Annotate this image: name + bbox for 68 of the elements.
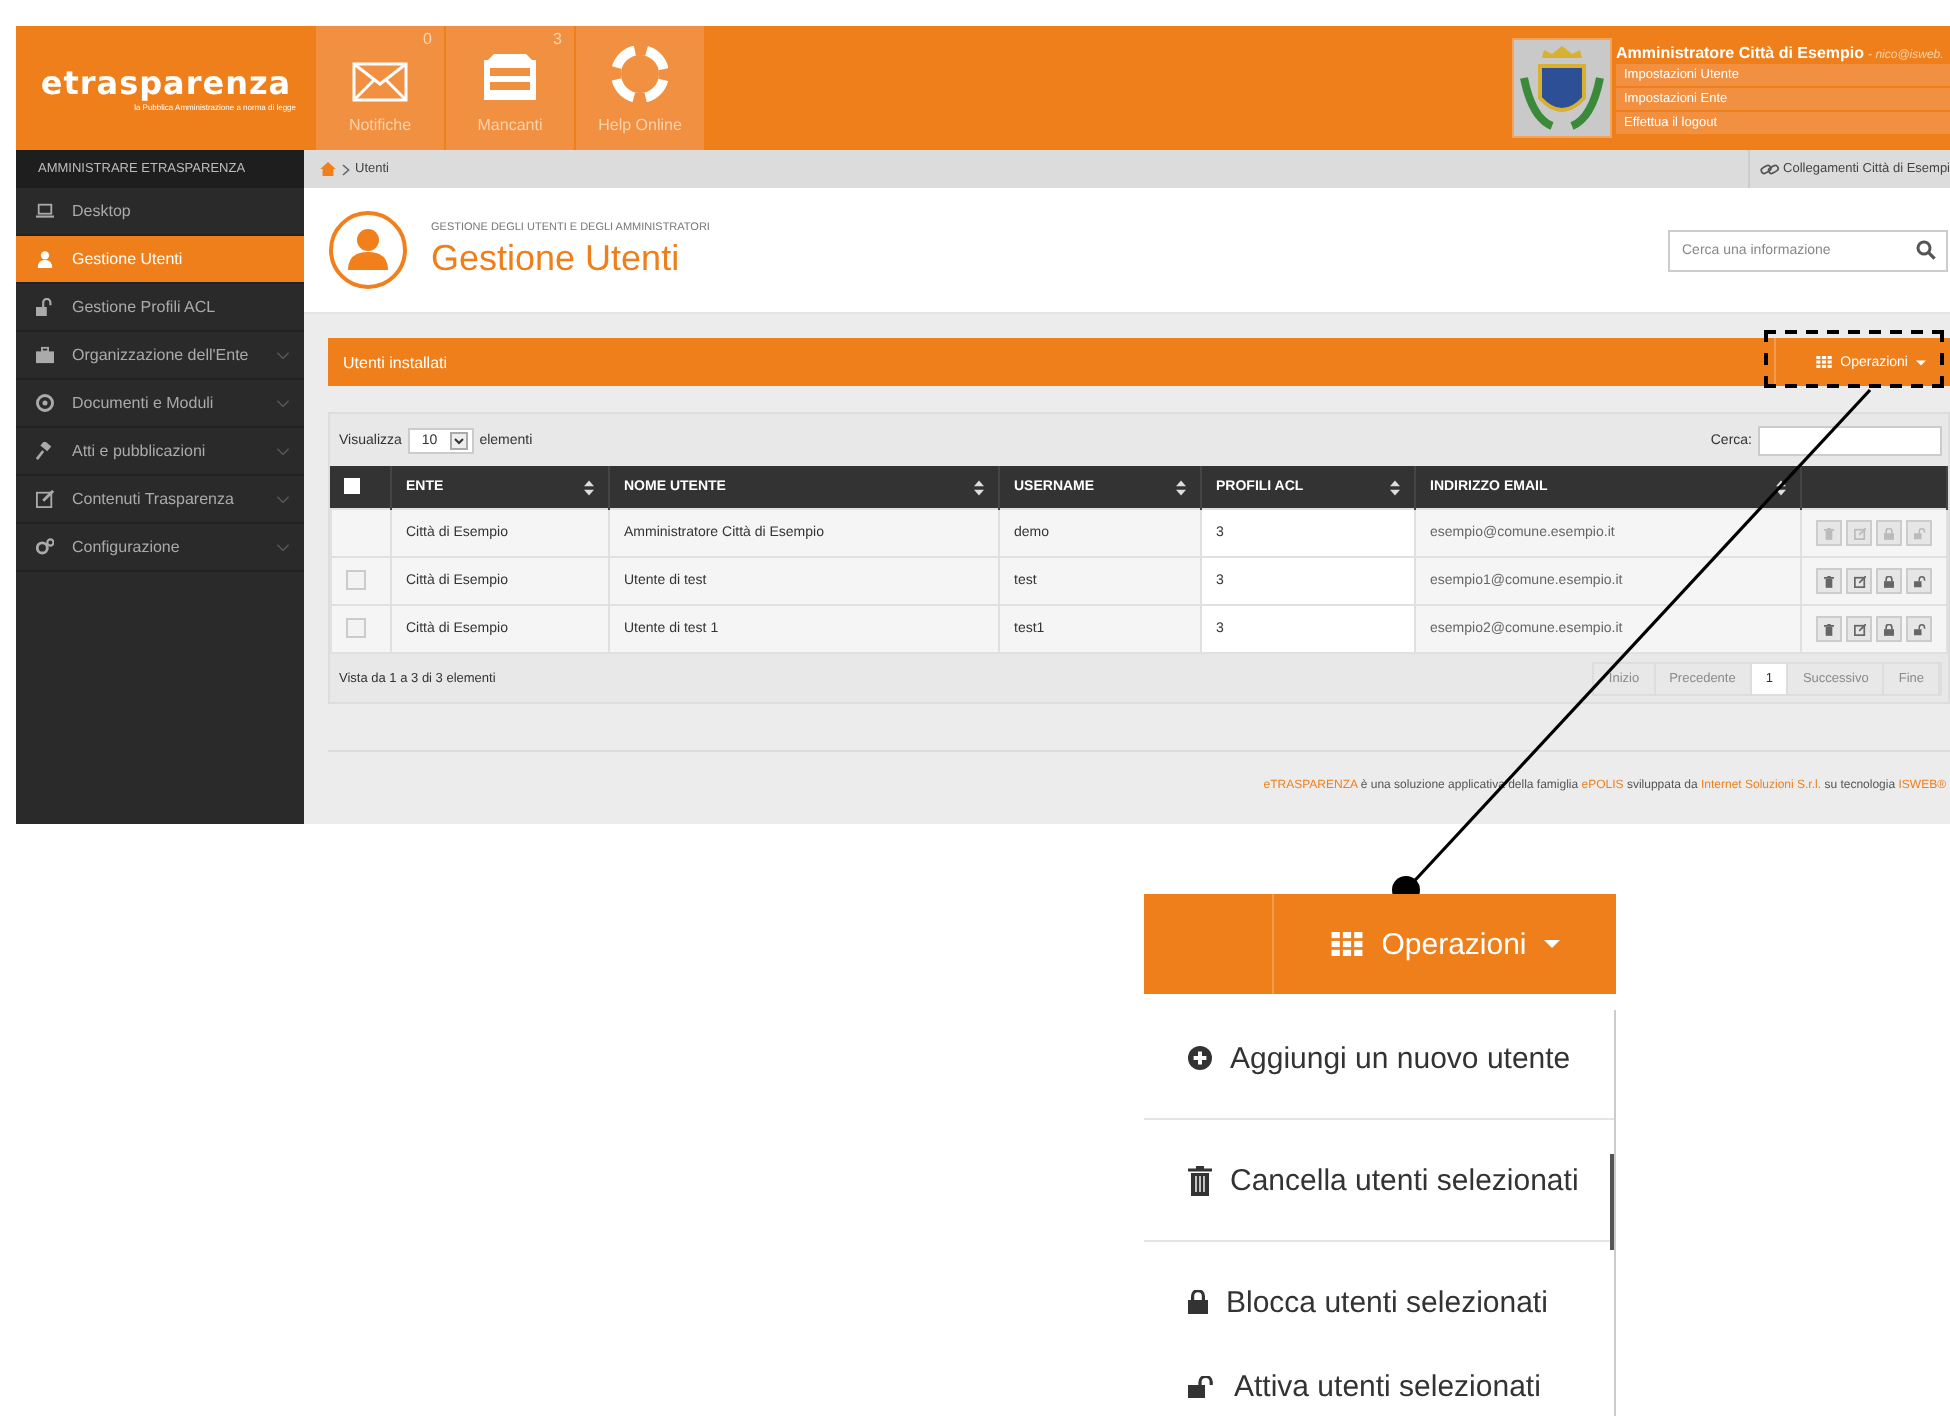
disc-icon bbox=[36, 394, 54, 412]
unlock-icon bbox=[1913, 527, 1925, 539]
laptop-icon bbox=[36, 202, 54, 220]
unlock-icon bbox=[1913, 623, 1925, 635]
sidebar-item[interactable]: Gestione Profili ACL bbox=[16, 284, 303, 332]
table-search-field[interactable] bbox=[1758, 425, 1942, 455]
sidebar-item[interactable]: Documenti e Moduli bbox=[16, 380, 303, 428]
sidebar-item[interactable]: Configurazione bbox=[16, 524, 303, 572]
search-icon bbox=[1916, 240, 1936, 260]
sort-icon bbox=[1776, 479, 1786, 495]
sort-icon bbox=[1390, 479, 1400, 495]
trash-icon bbox=[1188, 1165, 1212, 1195]
briefcase-icon bbox=[36, 346, 54, 364]
lock-button[interactable] bbox=[1876, 616, 1902, 642]
menu-item[interactable]: Cancella utenti selezionati bbox=[1144, 1132, 1614, 1228]
delete-button[interactable] bbox=[1816, 616, 1842, 642]
sidebar-item[interactable]: Atti e pubblicazioni bbox=[16, 428, 303, 476]
unlock-icon bbox=[1188, 1375, 1216, 1397]
unlock-button[interactable] bbox=[1906, 616, 1932, 642]
delete-button[interactable] bbox=[1816, 568, 1842, 594]
select-all-checkbox[interactable] bbox=[344, 477, 360, 493]
trash-icon bbox=[1824, 623, 1834, 635]
unlock-button[interactable] bbox=[1906, 568, 1932, 594]
grid-icon bbox=[1816, 356, 1833, 368]
edit-button[interactable] bbox=[1846, 568, 1872, 594]
edit-icon bbox=[36, 490, 54, 508]
caret-icon bbox=[1544, 940, 1561, 948]
envelope-icon bbox=[352, 62, 408, 102]
plus-circle-icon bbox=[1188, 1046, 1212, 1070]
grid-icon bbox=[1329, 932, 1364, 956]
dropdown-arrow-icon bbox=[449, 431, 468, 449]
edit-icon bbox=[1853, 575, 1865, 587]
row-checkbox[interactable] bbox=[345, 569, 365, 589]
link-icon bbox=[1759, 162, 1780, 176]
unlock-icon bbox=[1913, 575, 1925, 587]
unlock-icon bbox=[36, 298, 54, 316]
coat-of-arms-drawing bbox=[1512, 38, 1612, 138]
sort-icon bbox=[1176, 479, 1186, 495]
user-icon bbox=[36, 250, 54, 268]
lock-icon bbox=[1884, 575, 1894, 587]
sort-icon bbox=[974, 479, 984, 495]
user-icon bbox=[327, 210, 407, 290]
row-checkbox[interactable] bbox=[345, 617, 365, 637]
gavel-icon bbox=[36, 442, 54, 460]
trash-icon bbox=[1824, 575, 1834, 587]
lock-button[interactable] bbox=[1876, 568, 1902, 594]
lock-icon bbox=[1884, 623, 1894, 635]
edit-button[interactable] bbox=[1846, 616, 1872, 642]
sidebar-item[interactable]: Organizzazione dell'Ente bbox=[16, 332, 303, 380]
lock-icon bbox=[1188, 1290, 1208, 1314]
menu-item[interactable]: Blocca utenti selezionati bbox=[1144, 1254, 1614, 1350]
sidebar-item[interactable]: Contenuti Trasparenza bbox=[16, 476, 303, 524]
menu-item[interactable]: Aggiungi un nuovo utente bbox=[1144, 1010, 1614, 1106]
panel-title: Utenti installati bbox=[343, 353, 448, 371]
lifebuoy-icon bbox=[612, 46, 668, 102]
menu-item[interactable]: Attiva utenti selezionati bbox=[1144, 1350, 1614, 1416]
page-title: Gestione Utenti bbox=[431, 237, 682, 279]
caret-icon bbox=[1916, 359, 1926, 365]
scrollbar-thumb[interactable] bbox=[1610, 1154, 1614, 1250]
chevron-right-icon bbox=[341, 163, 349, 175]
trash-icon bbox=[1824, 527, 1834, 539]
edit-icon bbox=[1853, 623, 1865, 635]
sort-icon bbox=[584, 479, 594, 495]
user-name: Amministratore Città di Esempio bbox=[1616, 43, 1865, 61]
edit-icon bbox=[1853, 527, 1865, 539]
gears-icon bbox=[36, 538, 54, 556]
lock-icon bbox=[1884, 527, 1894, 539]
cabinet-icon bbox=[482, 54, 538, 102]
